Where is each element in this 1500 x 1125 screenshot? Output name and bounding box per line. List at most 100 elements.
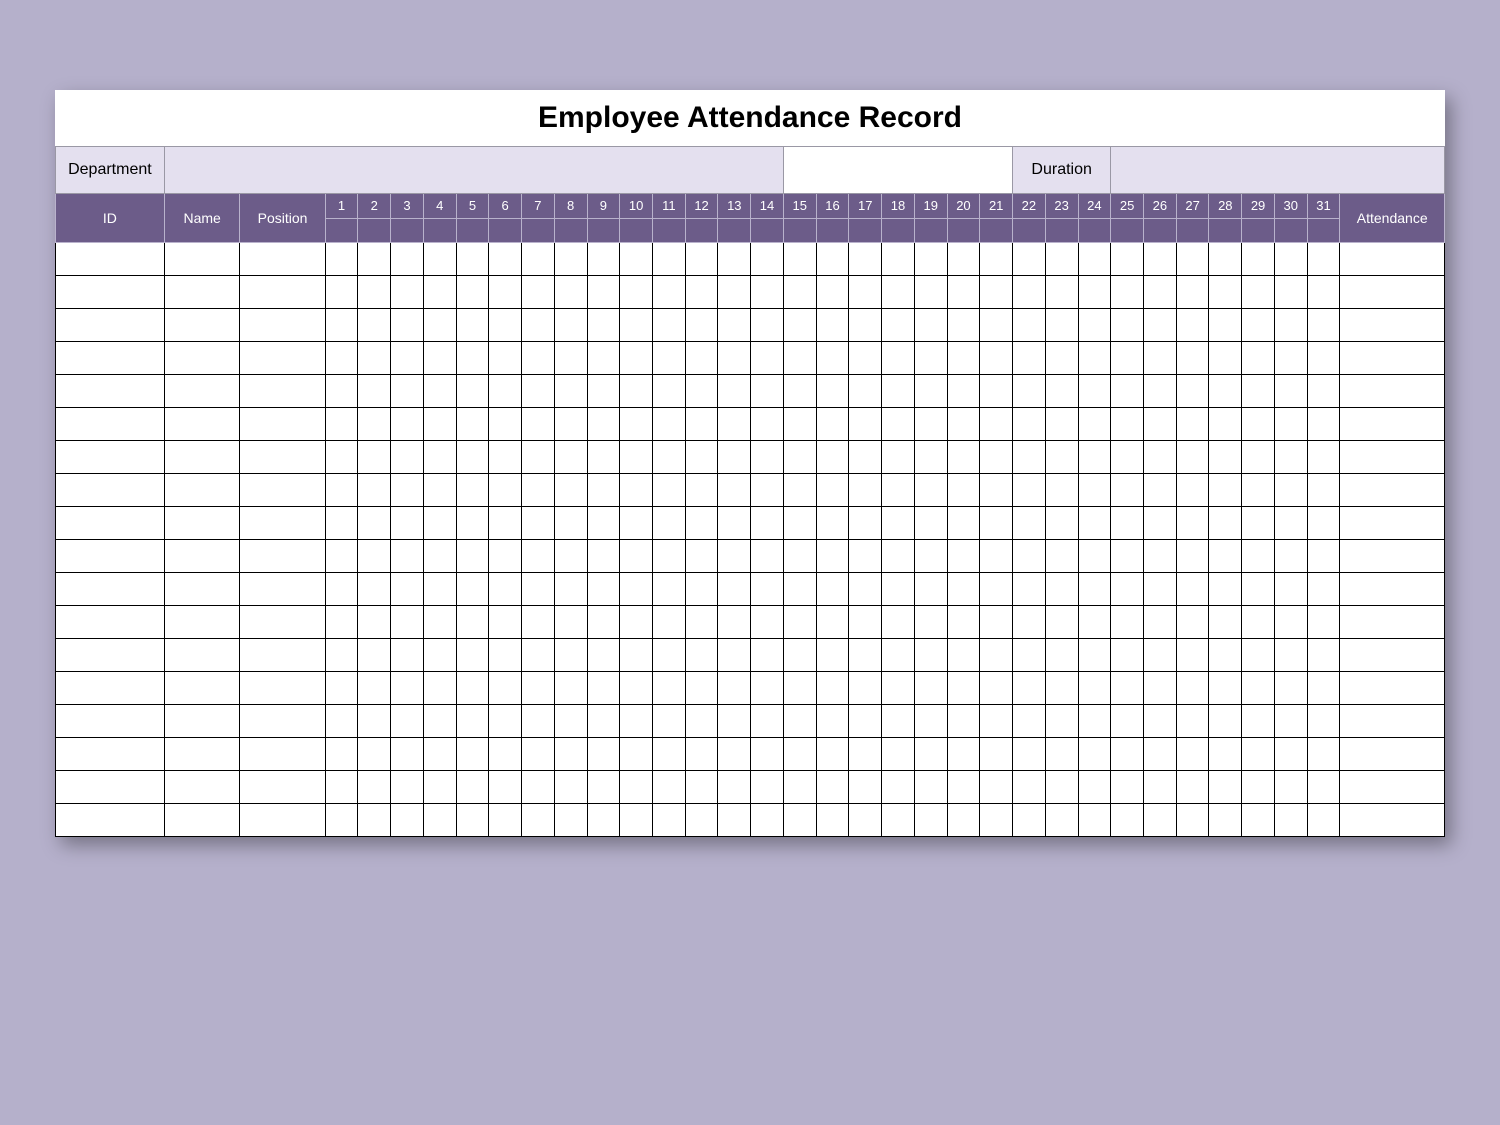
cell-day[interactable] — [849, 441, 882, 474]
cell-day[interactable] — [587, 507, 620, 540]
cell-attendance[interactable] — [1340, 573, 1445, 606]
cell-attendance[interactable] — [1340, 738, 1445, 771]
cell-day[interactable] — [652, 738, 685, 771]
cell-day[interactable] — [914, 507, 947, 540]
cell-day[interactable] — [554, 408, 587, 441]
cell-day[interactable] — [1078, 441, 1111, 474]
cell-day[interactable] — [1045, 474, 1078, 507]
cell-day[interactable] — [652, 408, 685, 441]
cell-day[interactable] — [1242, 804, 1275, 837]
cell-day[interactable] — [1045, 771, 1078, 804]
cell-position[interactable] — [240, 606, 325, 639]
cell-day[interactable] — [1274, 375, 1307, 408]
cell-position[interactable] — [240, 375, 325, 408]
cell-day[interactable] — [1176, 408, 1209, 441]
cell-day[interactable] — [718, 540, 751, 573]
cell-day[interactable] — [1045, 606, 1078, 639]
cell-day[interactable] — [423, 573, 456, 606]
cell-day[interactable] — [980, 672, 1013, 705]
cell-day[interactable] — [1111, 408, 1144, 441]
cell-day[interactable] — [325, 705, 358, 738]
cell-day[interactable] — [1242, 276, 1275, 309]
cell-day[interactable] — [456, 672, 489, 705]
cell-day[interactable] — [718, 705, 751, 738]
cell-day[interactable] — [620, 804, 653, 837]
cell-day[interactable] — [1078, 771, 1111, 804]
cell-day[interactable] — [456, 441, 489, 474]
cell-day[interactable] — [391, 738, 424, 771]
cell-day[interactable] — [391, 606, 424, 639]
cell-day[interactable] — [391, 639, 424, 672]
cell-day[interactable] — [849, 804, 882, 837]
cell-day[interactable] — [620, 540, 653, 573]
cell-day[interactable] — [358, 342, 391, 375]
cell-day[interactable] — [1013, 276, 1046, 309]
cell-day[interactable] — [882, 639, 915, 672]
cell-day[interactable] — [751, 606, 784, 639]
cell-day[interactable] — [522, 441, 555, 474]
cell-day[interactable] — [1143, 540, 1176, 573]
cell-day[interactable] — [849, 573, 882, 606]
cell-day[interactable] — [980, 441, 1013, 474]
cell-day[interactable] — [882, 540, 915, 573]
cell-day[interactable] — [783, 804, 816, 837]
cell-day[interactable] — [325, 606, 358, 639]
cell-id[interactable] — [56, 573, 165, 606]
cell-day[interactable] — [1143, 441, 1176, 474]
cell-day[interactable] — [489, 540, 522, 573]
cell-day[interactable] — [1209, 606, 1242, 639]
cell-day[interactable] — [1242, 243, 1275, 276]
cell-day[interactable] — [1274, 639, 1307, 672]
cell-day[interactable] — [652, 441, 685, 474]
cell-day[interactable] — [1176, 243, 1209, 276]
cell-id[interactable] — [56, 639, 165, 672]
cell-day[interactable] — [652, 639, 685, 672]
cell-day[interactable] — [1176, 342, 1209, 375]
cell-day[interactable] — [751, 342, 784, 375]
cell-day[interactable] — [620, 672, 653, 705]
cell-day[interactable] — [1143, 276, 1176, 309]
cell-day[interactable] — [816, 606, 849, 639]
cell-day[interactable] — [1045, 804, 1078, 837]
cell-day[interactable] — [456, 804, 489, 837]
cell-attendance[interactable] — [1340, 441, 1445, 474]
cell-day[interactable] — [1209, 408, 1242, 441]
cell-day[interactable] — [1209, 738, 1242, 771]
cell-day[interactable] — [554, 639, 587, 672]
cell-day[interactable] — [947, 705, 980, 738]
cell-day[interactable] — [423, 639, 456, 672]
cell-day[interactable] — [947, 243, 980, 276]
cell-day[interactable] — [1078, 342, 1111, 375]
cell-day[interactable] — [358, 771, 391, 804]
cell-day[interactable] — [783, 408, 816, 441]
cell-day[interactable] — [1307, 342, 1340, 375]
cell-day[interactable] — [325, 408, 358, 441]
cell-day[interactable] — [325, 243, 358, 276]
cell-day[interactable] — [489, 573, 522, 606]
cell-day[interactable] — [1111, 375, 1144, 408]
cell-day[interactable] — [1209, 375, 1242, 408]
cell-day[interactable] — [423, 672, 456, 705]
cell-day[interactable] — [1274, 606, 1307, 639]
cell-day[interactable] — [1176, 507, 1209, 540]
cell-id[interactable] — [56, 507, 165, 540]
cell-day[interactable] — [1176, 276, 1209, 309]
cell-day[interactable] — [456, 705, 489, 738]
cell-day[interactable] — [751, 309, 784, 342]
cell-day[interactable] — [1111, 474, 1144, 507]
cell-name[interactable] — [164, 276, 240, 309]
cell-day[interactable] — [456, 771, 489, 804]
cell-day[interactable] — [1045, 639, 1078, 672]
cell-position[interactable] — [240, 804, 325, 837]
cell-attendance[interactable] — [1340, 771, 1445, 804]
cell-day[interactable] — [554, 771, 587, 804]
cell-day[interactable] — [325, 771, 358, 804]
cell-day[interactable] — [522, 639, 555, 672]
cell-day[interactable] — [849, 309, 882, 342]
cell-day[interactable] — [620, 408, 653, 441]
cell-day[interactable] — [652, 342, 685, 375]
cell-day[interactable] — [1242, 441, 1275, 474]
cell-day[interactable] — [1176, 804, 1209, 837]
cell-day[interactable] — [1176, 606, 1209, 639]
cell-day[interactable] — [620, 639, 653, 672]
